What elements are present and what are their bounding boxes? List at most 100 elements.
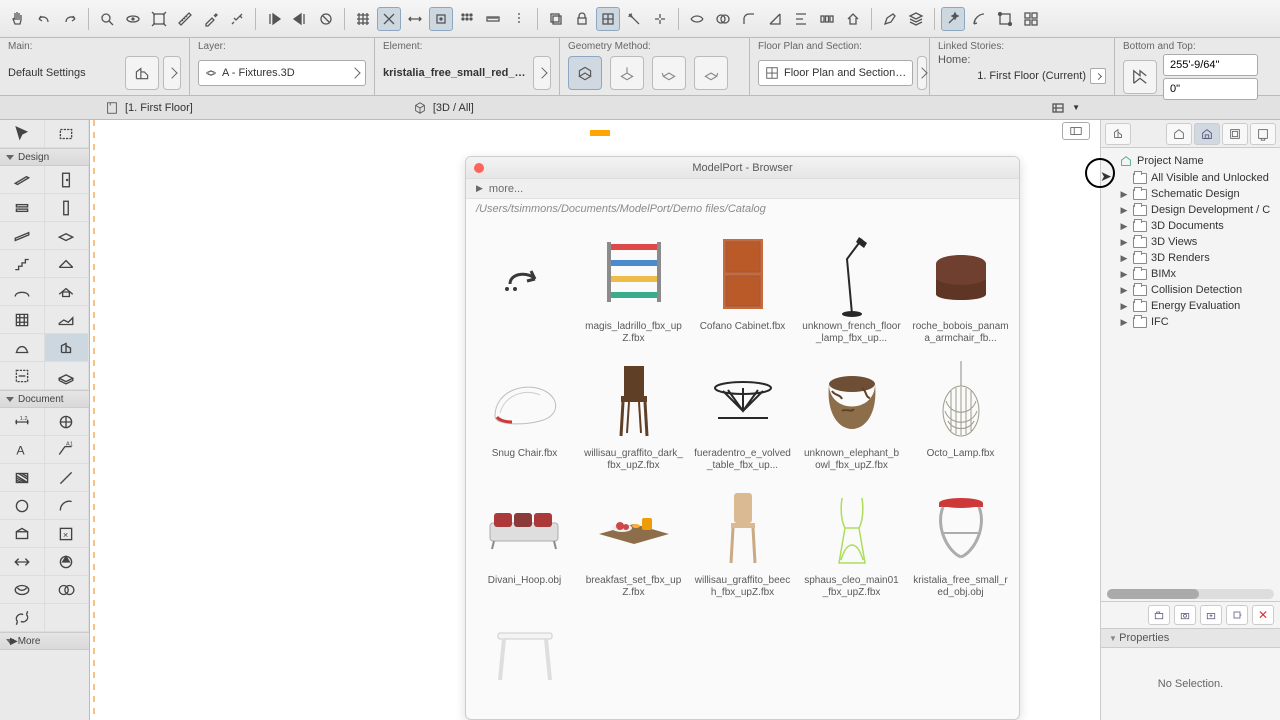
object-tool[interactable] [45,334,90,362]
browser-item[interactable]: magis_ladrillo_fbx_upZ.fbx [581,225,686,348]
tree-root[interactable]: Project Name [1101,152,1280,170]
adjust-icon[interactable] [685,7,709,31]
tree-visible[interactable]: All Visible and Unlocked [1101,170,1280,186]
ruler-icon[interactable] [481,7,505,31]
design-section-header[interactable]: Design [0,148,89,166]
undo-icon[interactable] [32,7,56,31]
spare-tool[interactable] [45,604,90,632]
align-icon[interactable] [789,7,813,31]
text-tool[interactable]: A [0,436,45,464]
layer-selector[interactable]: A - Fixtures.3D [198,60,366,86]
skylight-tool[interactable] [45,278,90,306]
tree-item[interactable]: ▶Design Development / C [1101,202,1280,218]
nav-action-3[interactable] [1200,605,1222,625]
properties-header[interactable]: Properties [1101,629,1280,648]
guideline-icon[interactable] [507,7,531,31]
browser-item[interactable]: fueradentro_e_volved_table_fbx_up... [690,352,795,475]
magic-wand-icon[interactable] [941,7,965,31]
offset-icon[interactable] [967,7,991,31]
arrow-tool[interactable] [0,120,45,148]
intersect-icon[interactable] [711,7,735,31]
renovation-icon[interactable] [596,7,620,31]
nav-tab-view[interactable] [1194,123,1220,145]
fill-tool[interactable] [0,464,45,492]
nav-action-4[interactable] [1226,605,1248,625]
eyedropper-icon[interactable] [199,7,223,31]
floorplan-expand[interactable] [917,56,927,90]
detail-tool[interactable] [45,576,90,604]
level-tool[interactable] [45,408,90,436]
label-tool[interactable]: A1 [45,436,90,464]
fillet-icon[interactable] [737,7,761,31]
guide-dropdown-icon[interactable] [403,7,427,31]
tree-item[interactable]: ▶BIMx [1101,266,1280,282]
slab-tool[interactable] [45,222,90,250]
options-icon[interactable] [1019,7,1043,31]
grid-snap-icon[interactable] [455,7,479,31]
drawing-tool[interactable]: ✕ [45,520,90,548]
browser-item[interactable]: Divani_Hoop.obj [472,479,577,602]
lamp-tool[interactable] [45,362,90,390]
browser-item[interactable]: Snug Chair.fbx [472,352,577,475]
curtainwall-tool[interactable] [0,306,45,334]
zoom-icon[interactable] [95,7,119,31]
browser-item[interactable]: kristalia_free_small_red_obj.obj [908,479,1013,602]
close-icon[interactable] [474,163,484,173]
line-tool[interactable] [45,464,90,492]
browser-item[interactable]: willisau_graffito_beech_fbx_upZ.fbx [690,479,795,602]
tree-item[interactable]: ▶Schematic Design [1101,186,1280,202]
tree-item[interactable]: ▶3D Documents [1101,218,1280,234]
nav-tab-project[interactable] [1166,123,1192,145]
browser-item[interactable]: unknown_french_floor_lamp_fbx_up... [799,225,904,348]
suspend-icon[interactable] [314,7,338,31]
snap-point-dropdown-icon[interactable] [429,7,453,31]
top-value-input[interactable] [1163,54,1258,76]
elevation-icon[interactable] [1123,60,1157,94]
tree-scrollbar[interactable] [1107,589,1274,599]
browser-item[interactable]: Octo_Lamp.fbx [908,352,1013,475]
stair-tool[interactable] [0,250,45,278]
circle-tool[interactable] [0,492,45,520]
main-settings-expand[interactable] [163,56,181,90]
geometry-method-4[interactable] [694,56,728,90]
tree-item[interactable]: ▶Collision Detection [1101,282,1280,298]
lock-icon[interactable] [570,7,594,31]
dimension-tool[interactable]: 1.2 [0,408,45,436]
distribute-icon[interactable] [815,7,839,31]
column-tool[interactable] [45,194,90,222]
browser-item[interactable]: breakfast_set_fbx_upZ.fbx [581,479,686,602]
mesh-tool[interactable] [45,306,90,334]
tree-item[interactable]: ▶Energy Evaluation [1101,298,1280,314]
beam-tool[interactable] [0,222,45,250]
snap-dropdown-icon[interactable] [377,7,401,31]
browser-more-row[interactable]: ▶more... [466,179,1019,199]
geometry-method-1[interactable] [568,56,602,90]
split-icon[interactable] [648,7,672,31]
browser-item[interactable]: roche_bobois_panama_armchair_fb... [908,225,1013,348]
nav-action-1[interactable] [1148,605,1170,625]
main-settings-value[interactable]: Default Settings [8,67,121,79]
tree-item[interactable]: ▶IFC [1101,314,1280,330]
browser-item[interactable]: Cofano Cabinet.fbx [690,225,795,348]
nav-action-delete[interactable]: ✕ [1252,605,1274,625]
resize-icon[interactable] [763,7,787,31]
home-icon[interactable] [841,7,865,31]
tree-item[interactable]: ▶3D Renders [1101,250,1280,266]
door-tool[interactable] [45,166,90,194]
play-start-icon[interactable] [262,7,286,31]
wall-tool[interactable] [0,166,45,194]
inject-icon[interactable] [225,7,249,31]
orbit-icon[interactable] [121,7,145,31]
browser-item[interactable] [472,225,577,348]
change-tool[interactable] [0,604,45,632]
polyline-tool[interactable] [0,520,45,548]
trim-icon[interactable] [622,7,646,31]
trace-icon[interactable] [544,7,568,31]
edit-icon[interactable] [878,7,902,31]
morph-tool[interactable] [0,334,45,362]
browser-item[interactable]: unknown_elephant_bowl_fbx_upZ.fbx [799,352,904,475]
elevation-tool[interactable] [45,548,90,576]
shell-tool[interactable] [0,278,45,306]
browser-titlebar[interactable]: ModelPort - Browser [466,157,1019,179]
zone-tool[interactable] [0,362,45,390]
